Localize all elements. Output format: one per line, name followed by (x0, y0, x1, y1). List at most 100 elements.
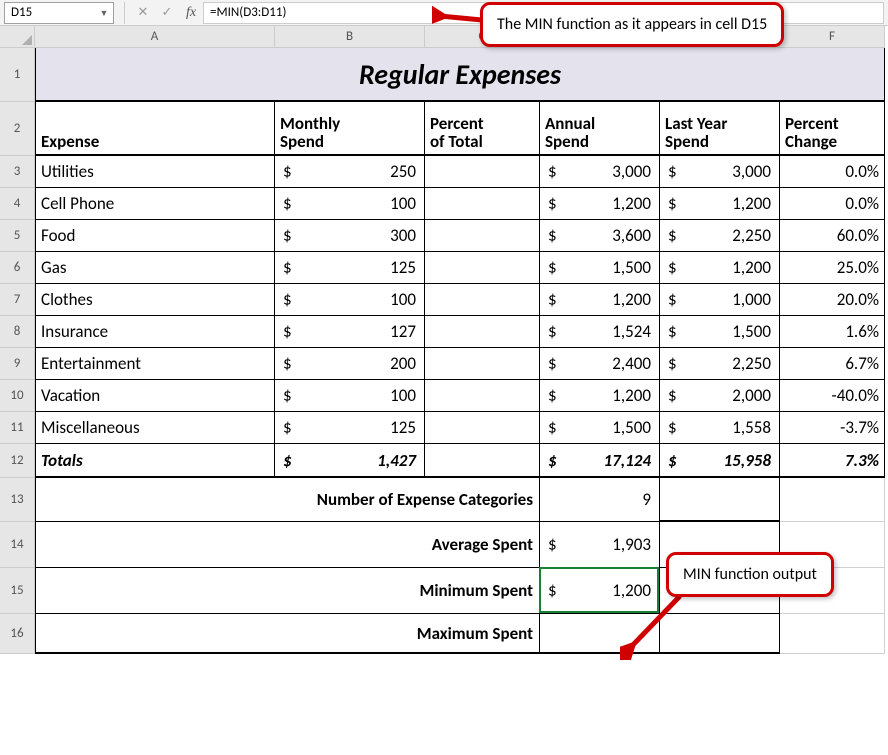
header-percent-change[interactable]: PercentChange (780, 102, 885, 156)
row-header-16[interactable]: 16 (0, 614, 35, 654)
cell-annual[interactable]: $1,200 (540, 380, 660, 412)
check-icon[interactable]: ✓ (156, 2, 178, 24)
col-header-a[interactable]: A (35, 26, 275, 48)
row-header-14[interactable]: 14 (0, 522, 35, 568)
col-header-f[interactable]: F (780, 26, 885, 48)
cell-annual[interactable]: $1,524 (540, 316, 660, 348)
cell-monthly[interactable]: $125 (275, 252, 425, 284)
totals-last[interactable]: $15,958 (660, 444, 780, 478)
cell-annual[interactable]: $3,000 (540, 156, 660, 188)
summary-label-avg[interactable]: Average Spent (35, 522, 540, 568)
row-header[interactable]: 3 (0, 156, 35, 188)
cell-pct-total[interactable] (425, 284, 540, 316)
cell-annual[interactable]: $1,500 (540, 412, 660, 444)
cell-pct-total[interactable] (425, 316, 540, 348)
row-header-15[interactable]: 15 (0, 568, 35, 614)
cell-last[interactable]: $1,200 (660, 188, 780, 220)
cell-pct-change[interactable]: -40.0% (780, 380, 885, 412)
summary-label-min[interactable]: Minimum Spent (35, 568, 540, 614)
header-monthly[interactable]: MonthlySpend (275, 102, 425, 156)
cell-pct-change[interactable]: 60.0% (780, 220, 885, 252)
cell-last[interactable]: $1,500 (660, 316, 780, 348)
cell-expense[interactable]: Utilities (35, 156, 275, 188)
totals-label[interactable]: Totals (35, 444, 275, 478)
cell-last[interactable]: $3,000 (660, 156, 780, 188)
cell-last[interactable]: $2,250 (660, 348, 780, 380)
header-percent-total[interactable]: Percentof Total (425, 102, 540, 156)
cell-pct-total[interactable] (425, 188, 540, 220)
cell-annual[interactable]: $3,600 (540, 220, 660, 252)
name-box[interactable]: D15 ▼ (4, 2, 114, 24)
fx-icon[interactable]: fx (180, 2, 202, 24)
col-header-b[interactable]: B (275, 26, 425, 48)
cell-pct-total[interactable] (425, 156, 540, 188)
cell-expense[interactable]: Entertainment (35, 348, 275, 380)
cell-monthly[interactable]: $100 (275, 380, 425, 412)
cell-last[interactable]: $1,000 (660, 284, 780, 316)
row-header[interactable]: 7 (0, 284, 35, 316)
row-header[interactable]: 4 (0, 188, 35, 220)
cell-expense[interactable]: Insurance (35, 316, 275, 348)
header-expense[interactable]: Expense (35, 102, 275, 156)
row-header-1[interactable]: 1 (0, 48, 35, 102)
cell-pct-change[interactable]: -3.7% (780, 412, 885, 444)
row-header-12[interactable]: 12 (0, 444, 35, 478)
cell-pct-change[interactable]: 0.0% (780, 188, 885, 220)
cell-pct-total[interactable] (425, 348, 540, 380)
row-header[interactable]: 5 (0, 220, 35, 252)
cell-pct-change[interactable]: 25.0% (780, 252, 885, 284)
cell-expense[interactable]: Food (35, 220, 275, 252)
cell-pct-total[interactable] (425, 380, 540, 412)
totals-annual[interactable]: $17,124 (540, 444, 660, 478)
cell-monthly[interactable]: $250 (275, 156, 425, 188)
row-header-13[interactable]: 13 (0, 478, 35, 522)
summary-r13-e[interactable] (660, 478, 780, 522)
cell-pct-change[interactable]: 1.6% (780, 316, 885, 348)
row-header[interactable]: 10 (0, 380, 35, 412)
summary-count-value[interactable]: 9 (540, 478, 660, 522)
cell-monthly[interactable]: $127 (275, 316, 425, 348)
cancel-icon[interactable]: ✕ (132, 2, 154, 24)
header-last-year[interactable]: Last YearSpend (660, 102, 780, 156)
summary-r13-f[interactable] (780, 478, 885, 522)
totals-monthly[interactable]: $1,427 (275, 444, 425, 478)
summary-avg-value[interactable]: $1,903 (540, 522, 660, 568)
cell-annual[interactable]: $1,500 (540, 252, 660, 284)
cell-expense[interactable]: Miscellaneous (35, 412, 275, 444)
row-header[interactable]: 11 (0, 412, 35, 444)
cell-monthly[interactable]: $200 (275, 348, 425, 380)
row-header[interactable]: 9 (0, 348, 35, 380)
cell-annual[interactable]: $1,200 (540, 284, 660, 316)
chevron-down-icon[interactable]: ▼ (97, 7, 111, 21)
cell-expense[interactable]: Clothes (35, 284, 275, 316)
header-annual[interactable]: AnnualSpend (540, 102, 660, 156)
cell-pct-change[interactable]: 20.0% (780, 284, 885, 316)
totals-c[interactable] (425, 444, 540, 478)
cell-pct-change[interactable]: 0.0% (780, 156, 885, 188)
cell-annual[interactable]: $1,200 (540, 188, 660, 220)
select-all-corner[interactable] (0, 26, 35, 48)
cell-expense[interactable]: Vacation (35, 380, 275, 412)
cell-monthly[interactable]: $125 (275, 412, 425, 444)
title-cell[interactable]: Regular Expenses (35, 48, 885, 102)
cell-expense[interactable]: Cell Phone (35, 188, 275, 220)
cell-last[interactable]: $2,250 (660, 220, 780, 252)
cell-pct-total[interactable] (425, 252, 540, 284)
cell-monthly[interactable]: $100 (275, 188, 425, 220)
row-header[interactable]: 6 (0, 252, 35, 284)
cell-annual[interactable]: $2,400 (540, 348, 660, 380)
cell-monthly[interactable]: $300 (275, 220, 425, 252)
cell-pct-change[interactable]: 6.7% (780, 348, 885, 380)
cell-pct-total[interactable] (425, 220, 540, 252)
cell-monthly[interactable]: $100 (275, 284, 425, 316)
summary-r16-f[interactable] (780, 614, 885, 654)
cell-pct-total[interactable] (425, 412, 540, 444)
summary-label-max[interactable]: Maximum Spent (35, 614, 540, 654)
cell-last[interactable]: $1,200 (660, 252, 780, 284)
cell-expense[interactable]: Gas (35, 252, 275, 284)
summary-label-count[interactable]: Number of Expense Categories (35, 478, 540, 522)
cell-last[interactable]: $2,000 (660, 380, 780, 412)
cell-last[interactable]: $1,558 (660, 412, 780, 444)
totals-pct[interactable]: 7.3% (780, 444, 885, 478)
row-header[interactable]: 8 (0, 316, 35, 348)
